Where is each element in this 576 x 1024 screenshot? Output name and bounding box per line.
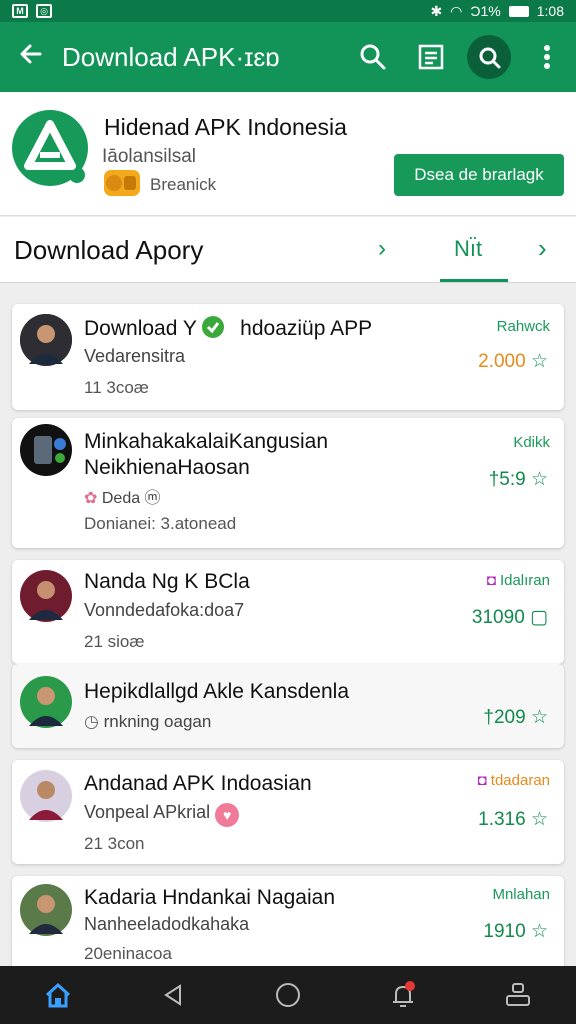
avatar <box>20 884 72 936</box>
item-subtitle: Nanheeladodkahaka <box>84 914 250 934</box>
tab-indicator <box>440 279 508 282</box>
home-icon[interactable] <box>0 966 115 1024</box>
tab-title[interactable]: Download Apory <box>14 235 203 266</box>
search-icon[interactable] <box>344 28 402 86</box>
avatar <box>20 314 72 366</box>
gift-icon: ◘ <box>477 772 487 789</box>
item-count: 1910 ☆ <box>483 921 548 942</box>
gift-icon: ◘ <box>486 572 496 589</box>
item-subtitle: Vonndedafoka:doa7 <box>84 600 245 620</box>
bottom-nav <box>0 966 576 1024</box>
item-name-line2: NeikhienaHaosan <box>84 456 250 479</box>
download-button[interactable]: Dsea de brarlagk <box>394 154 564 196</box>
avatar <box>20 570 72 622</box>
avatar <box>20 676 72 728</box>
list-item[interactable]: Download Y hdoaziüp APP Vedarensitra 11 … <box>12 304 564 410</box>
bluetooth-icon: ✱ <box>430 2 443 19</box>
app-bar: Download APK·ɪɛɒ <box>0 22 576 92</box>
list-item[interactable]: MinkahakakalaiKangusian NeikhienaHaosan … <box>12 418 564 548</box>
chevron-right-icon-2[interactable]: › <box>538 233 547 264</box>
list-item[interactable]: Hepikdlallgd Akle Kansdenla ◷ rnkning oa… <box>12 664 564 748</box>
badge-text: Breanick <box>150 175 217 194</box>
item-count: 2.000 ☆ <box>478 351 548 372</box>
arrow-back-icon[interactable] <box>0 41 62 74</box>
item-tag: Rahwck <box>496 318 550 335</box>
flower-icon: ✿ <box>84 490 98 507</box>
app-bar-title: Download APK·ɪɛɒ <box>62 41 280 72</box>
item-count: 1.316 ☆ <box>478 809 548 830</box>
wifi-icon: ◠ <box>450 2 463 19</box>
message-icon: ▢ <box>530 607 548 628</box>
item-tag: ◘ tdadaran <box>477 772 550 789</box>
list-item[interactable]: Nanda Ng K BCla Vonndedafoka:doa7 21 sio… <box>12 560 564 664</box>
star-icon: ☆ <box>530 809 548 830</box>
badge-icon <box>104 170 140 196</box>
item-meta: 21 3con <box>84 834 145 853</box>
tab-bar: Download Apory › Nı̈t › <box>0 217 576 283</box>
item-name: Hepikdlallgd Akle Kansdenla <box>84 680 350 703</box>
battery-icon <box>508 5 529 17</box>
item-count: †5:9 ☆ <box>488 469 548 490</box>
avatar <box>20 770 72 822</box>
star-icon: ☆ <box>530 351 548 372</box>
list-item[interactable]: Andanad APK Indoasian Vonpeal APkrial ♥ … <box>12 760 564 864</box>
battery-level: Ͻ1% <box>470 3 501 19</box>
account-search-icon[interactable] <box>460 28 518 86</box>
app-title: Hidenad APK Indonesia <box>104 114 347 140</box>
star-icon: ☆ <box>530 921 548 942</box>
item-meta: 11 3coæ <box>84 378 149 397</box>
item-subtitle: Vonpeal APkrial ♥ <box>84 802 240 827</box>
profile-icon[interactable] <box>461 966 576 1024</box>
verified-icon <box>202 316 225 338</box>
item-tag: Mnlahan <box>492 886 550 903</box>
clock: 1:08 <box>536 3 564 19</box>
item-meta: 21 sioæ <box>84 632 145 651</box>
item-tag: Kdikk <box>513 434 550 451</box>
item-meta: 20eninacoa <box>84 944 172 963</box>
item-subtitle: ◷ rnkning oagan <box>84 712 212 731</box>
item-tag: ◘ Idalıran <box>486 572 550 589</box>
status-bar: M ◎ ✱ ◠ Ͻ1% 1:08 <box>0 0 576 22</box>
star-icon: ☆ <box>530 469 548 490</box>
item-name: Kadaria Hndankai Nagaian <box>84 886 336 909</box>
back-triangle-icon[interactable] <box>115 966 230 1024</box>
app-subtitle: Iāolansilsal <box>102 146 196 167</box>
notification-icon: M <box>12 4 28 18</box>
item-meta: Donianei: 3.atonead <box>84 514 237 533</box>
item-name: Andanad APK Indoasian <box>84 772 312 795</box>
item-subtitle: Vedarensitra <box>84 346 186 366</box>
list-item[interactable]: Kadaria Hndankai Nagaian Nanheeladodkaha… <box>12 876 564 976</box>
home-circle-icon[interactable] <box>230 966 345 1024</box>
item-name: Nanda Ng K BCla <box>84 570 250 593</box>
tab-next[interactable]: Nı̈t <box>454 236 482 262</box>
app-header: Hidenad APK Indonesia Iāolansilsal Brean… <box>0 92 576 216</box>
item-name: Download Y hdoaziüp APP <box>84 316 373 340</box>
notification-icon-2: ◎ <box>36 4 52 18</box>
heart-icon: ♥ <box>215 803 240 827</box>
app-logo-icon <box>12 110 88 186</box>
item-subtitle: ✿ Deda ⓜ <box>84 490 161 507</box>
clock-icon: ◷ <box>84 712 99 731</box>
item-name: MinkahakakalaiKangusian <box>84 430 328 453</box>
notification-bell-icon[interactable] <box>346 966 461 1024</box>
item-count: †209 ☆ <box>483 707 548 728</box>
chevron-right-icon[interactable]: › <box>378 235 386 263</box>
item-count: 31090 ▢ <box>471 607 548 628</box>
avatar <box>20 424 72 476</box>
star-icon: ☆ <box>530 707 548 728</box>
more-vert-icon[interactable] <box>518 28 576 86</box>
list-icon[interactable] <box>402 28 460 86</box>
